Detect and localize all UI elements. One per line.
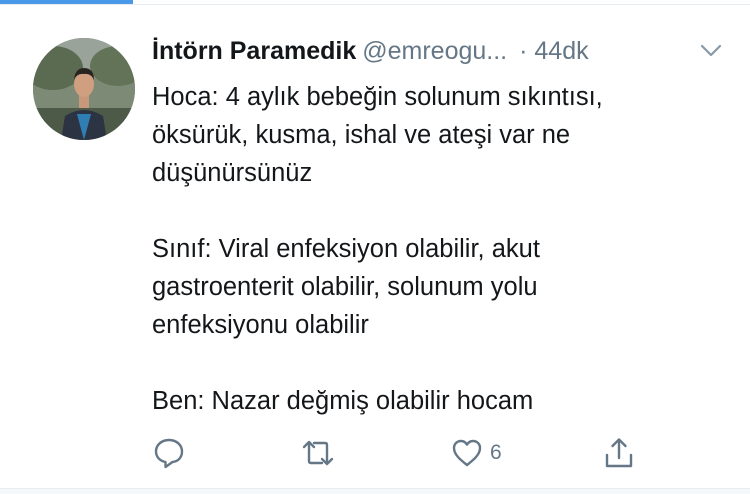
chevron-down-icon[interactable] [700,43,722,59]
timestamp[interactable]: · 44dk [519,37,588,65]
display-name[interactable]: İntörn Paramedik [152,37,356,65]
username[interactable]: @emreogu... [362,37,507,65]
retweet-icon [302,440,334,466]
tweet-header: İntörn Paramedik @emreogu... · 44dk [152,37,722,69]
retweet-button[interactable] [299,436,337,470]
heart-icon [452,439,482,467]
tweet-line [152,344,712,382]
tweet-line: gastroenterit olabilir, solunum yolu [152,273,538,301]
tweet-line [152,192,712,230]
like-button[interactable]: 6 [450,436,502,470]
avatar-image [33,38,135,140]
tweet-line: Hoca: 4 aylık bebeğin solunum sıkıntısı, [152,83,603,111]
reply-icon [154,438,184,469]
tweet[interactable]: İntörn Paramedik @emreogu... · 44dk Hoca: … [0,5,750,489]
reply-button[interactable] [152,436,186,470]
avatar[interactable] [33,38,135,140]
tweet-text: Hoca: 4 aylık bebeğin solunum sıkıntısı,… [152,78,712,420]
bottom-strip [0,489,750,494]
tweet-line: düşünürsünüz [152,159,313,187]
share-icon [605,438,633,468]
like-count: 6 [490,441,502,464]
tweet-actions: 6 [152,436,652,470]
share-button[interactable] [602,436,636,470]
tweet-line: öksürük, kusma, ishal ve ateşi var ne [152,121,571,149]
tweet-line: Sınıf: Viral enfeksiyon olabilir, akut [152,235,540,263]
tweet-line: enfeksiyonu olabilir [152,311,369,339]
tweet-line: Ben: Nazar değmiş olabilir hocam [152,387,534,415]
